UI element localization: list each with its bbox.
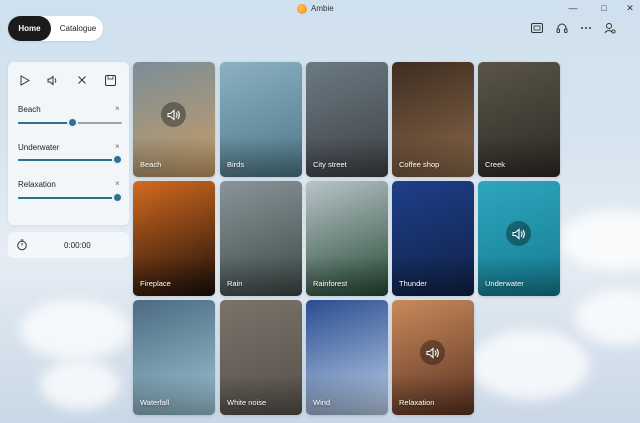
more-icon[interactable]: [579, 21, 593, 35]
volume-slider-thumb[interactable]: [112, 192, 123, 203]
sound-tile-shade: [220, 256, 302, 296]
sound-tile-label: Underwater: [485, 279, 524, 288]
sound-tile-shade: [392, 256, 474, 296]
cloud-decoration: [575, 290, 640, 345]
sound-tile-rainforest[interactable]: Rainforest: [306, 181, 388, 296]
cloud-decoration: [560, 210, 640, 270]
sound-tile-white-noise[interactable]: White noise: [220, 300, 302, 415]
sound-tile-thunder[interactable]: Thunder: [392, 181, 474, 296]
cloud-decoration: [20, 300, 130, 360]
sound-tile-shade: [133, 256, 215, 296]
sound-tile-shade: [478, 256, 560, 296]
tab-home[interactable]: Home: [8, 16, 51, 41]
sound-tile-waterfall[interactable]: Waterfall: [133, 300, 215, 415]
app-title: Ambie: [311, 4, 334, 13]
sound-tile-shade: [478, 137, 560, 177]
sound-tile-label: Creek: [485, 160, 506, 169]
sound-tile-label: Relaxation: [399, 398, 435, 407]
headset-icon[interactable]: [555, 21, 569, 35]
volume-slider[interactable]: [18, 117, 122, 128]
volume-slider-fill: [18, 122, 73, 124]
sound-tile-city-street[interactable]: City street: [306, 62, 388, 177]
sound-tile-shade: [306, 375, 388, 415]
sound-tile-fireplace[interactable]: Fireplace: [133, 181, 215, 296]
sound-tile-underwater[interactable]: Underwater: [478, 181, 560, 296]
sound-tile-shade: [133, 137, 215, 177]
remove-mix-button[interactable]: ×: [115, 142, 120, 151]
player-panel: Beach × Underwater × Relaxation ×: [8, 62, 129, 225]
save-icon[interactable]: [103, 73, 117, 87]
mix-label: Relaxation: [18, 180, 56, 189]
sound-tile-shade: [306, 256, 388, 296]
sound-tile-shade: [133, 375, 215, 415]
remove-mix-button[interactable]: ×: [115, 104, 120, 113]
sound-tile-label: City street: [313, 160, 347, 169]
volume-slider-fill: [18, 159, 118, 161]
sound-tile-label: Wind: [313, 398, 331, 407]
volume-slider[interactable]: [18, 192, 123, 203]
maximize-button[interactable]: □: [597, 2, 611, 14]
sound-tile-label: Birds: [227, 160, 245, 169]
sound-tile-relaxation[interactable]: Relaxation: [392, 300, 474, 415]
sound-tile-label: Coffee shop: [399, 160, 440, 169]
mix-label: Beach: [18, 105, 41, 114]
sound-tile-shade: [220, 375, 302, 415]
tab-catalogue[interactable]: Catalogue: [54, 16, 102, 41]
sound-tile-label: Waterfall: [140, 398, 170, 407]
play-icon[interactable]: [18, 73, 32, 87]
sound-tile-birds[interactable]: Birds: [220, 62, 302, 177]
sound-tile-shade: [392, 375, 474, 415]
volume-slider-thumb[interactable]: [67, 117, 78, 128]
remove-mix-button[interactable]: ×: [115, 179, 120, 188]
nav-tabs: Home Catalogue: [8, 16, 103, 41]
sound-tile-creek[interactable]: Creek: [478, 62, 560, 177]
sound-tile-label: Beach: [140, 160, 162, 169]
volume-slider-fill: [18, 197, 118, 199]
sound-tile-label: Fireplace: [140, 279, 171, 288]
app-logo-icon: [297, 4, 307, 14]
sound-tile-label: Rainforest: [313, 279, 348, 288]
cloud-decoration: [470, 330, 590, 400]
sound-tile-shade: [220, 137, 302, 177]
screen-icon[interactable]: [530, 21, 544, 35]
sound-tile-shade: [306, 137, 388, 177]
sound-tile-coffee-shop[interactable]: Coffee shop: [392, 62, 474, 177]
speaker-icon[interactable]: [420, 340, 445, 365]
volume-icon[interactable]: [46, 73, 60, 87]
sound-tile-beach[interactable]: Beach: [133, 62, 215, 177]
speaker-icon[interactable]: [161, 102, 186, 127]
sound-tile-shade: [392, 137, 474, 177]
timer-icon: [16, 239, 28, 251]
sleep-timer[interactable]: 0:00:00: [8, 232, 129, 258]
account-settings-icon[interactable]: [603, 21, 617, 35]
sound-tile-label: White noise: [227, 398, 267, 407]
timer-value: 0:00:00: [64, 241, 91, 250]
speaker-icon[interactable]: [506, 221, 531, 246]
minimize-button[interactable]: —: [566, 2, 580, 14]
sound-tile-wind[interactable]: Wind: [306, 300, 388, 415]
sound-tile-label: Rain: [227, 279, 243, 288]
sound-tile-rain[interactable]: Rain: [220, 181, 302, 296]
volume-slider[interactable]: [18, 154, 123, 165]
mix-label: Underwater: [18, 143, 60, 152]
volume-slider-thumb[interactable]: [112, 154, 123, 165]
cloud-decoration: [40, 360, 120, 410]
sound-tile-label: Thunder: [399, 279, 427, 288]
close-icon[interactable]: [75, 73, 89, 87]
close-window-button[interactable]: ✕: [623, 2, 637, 14]
